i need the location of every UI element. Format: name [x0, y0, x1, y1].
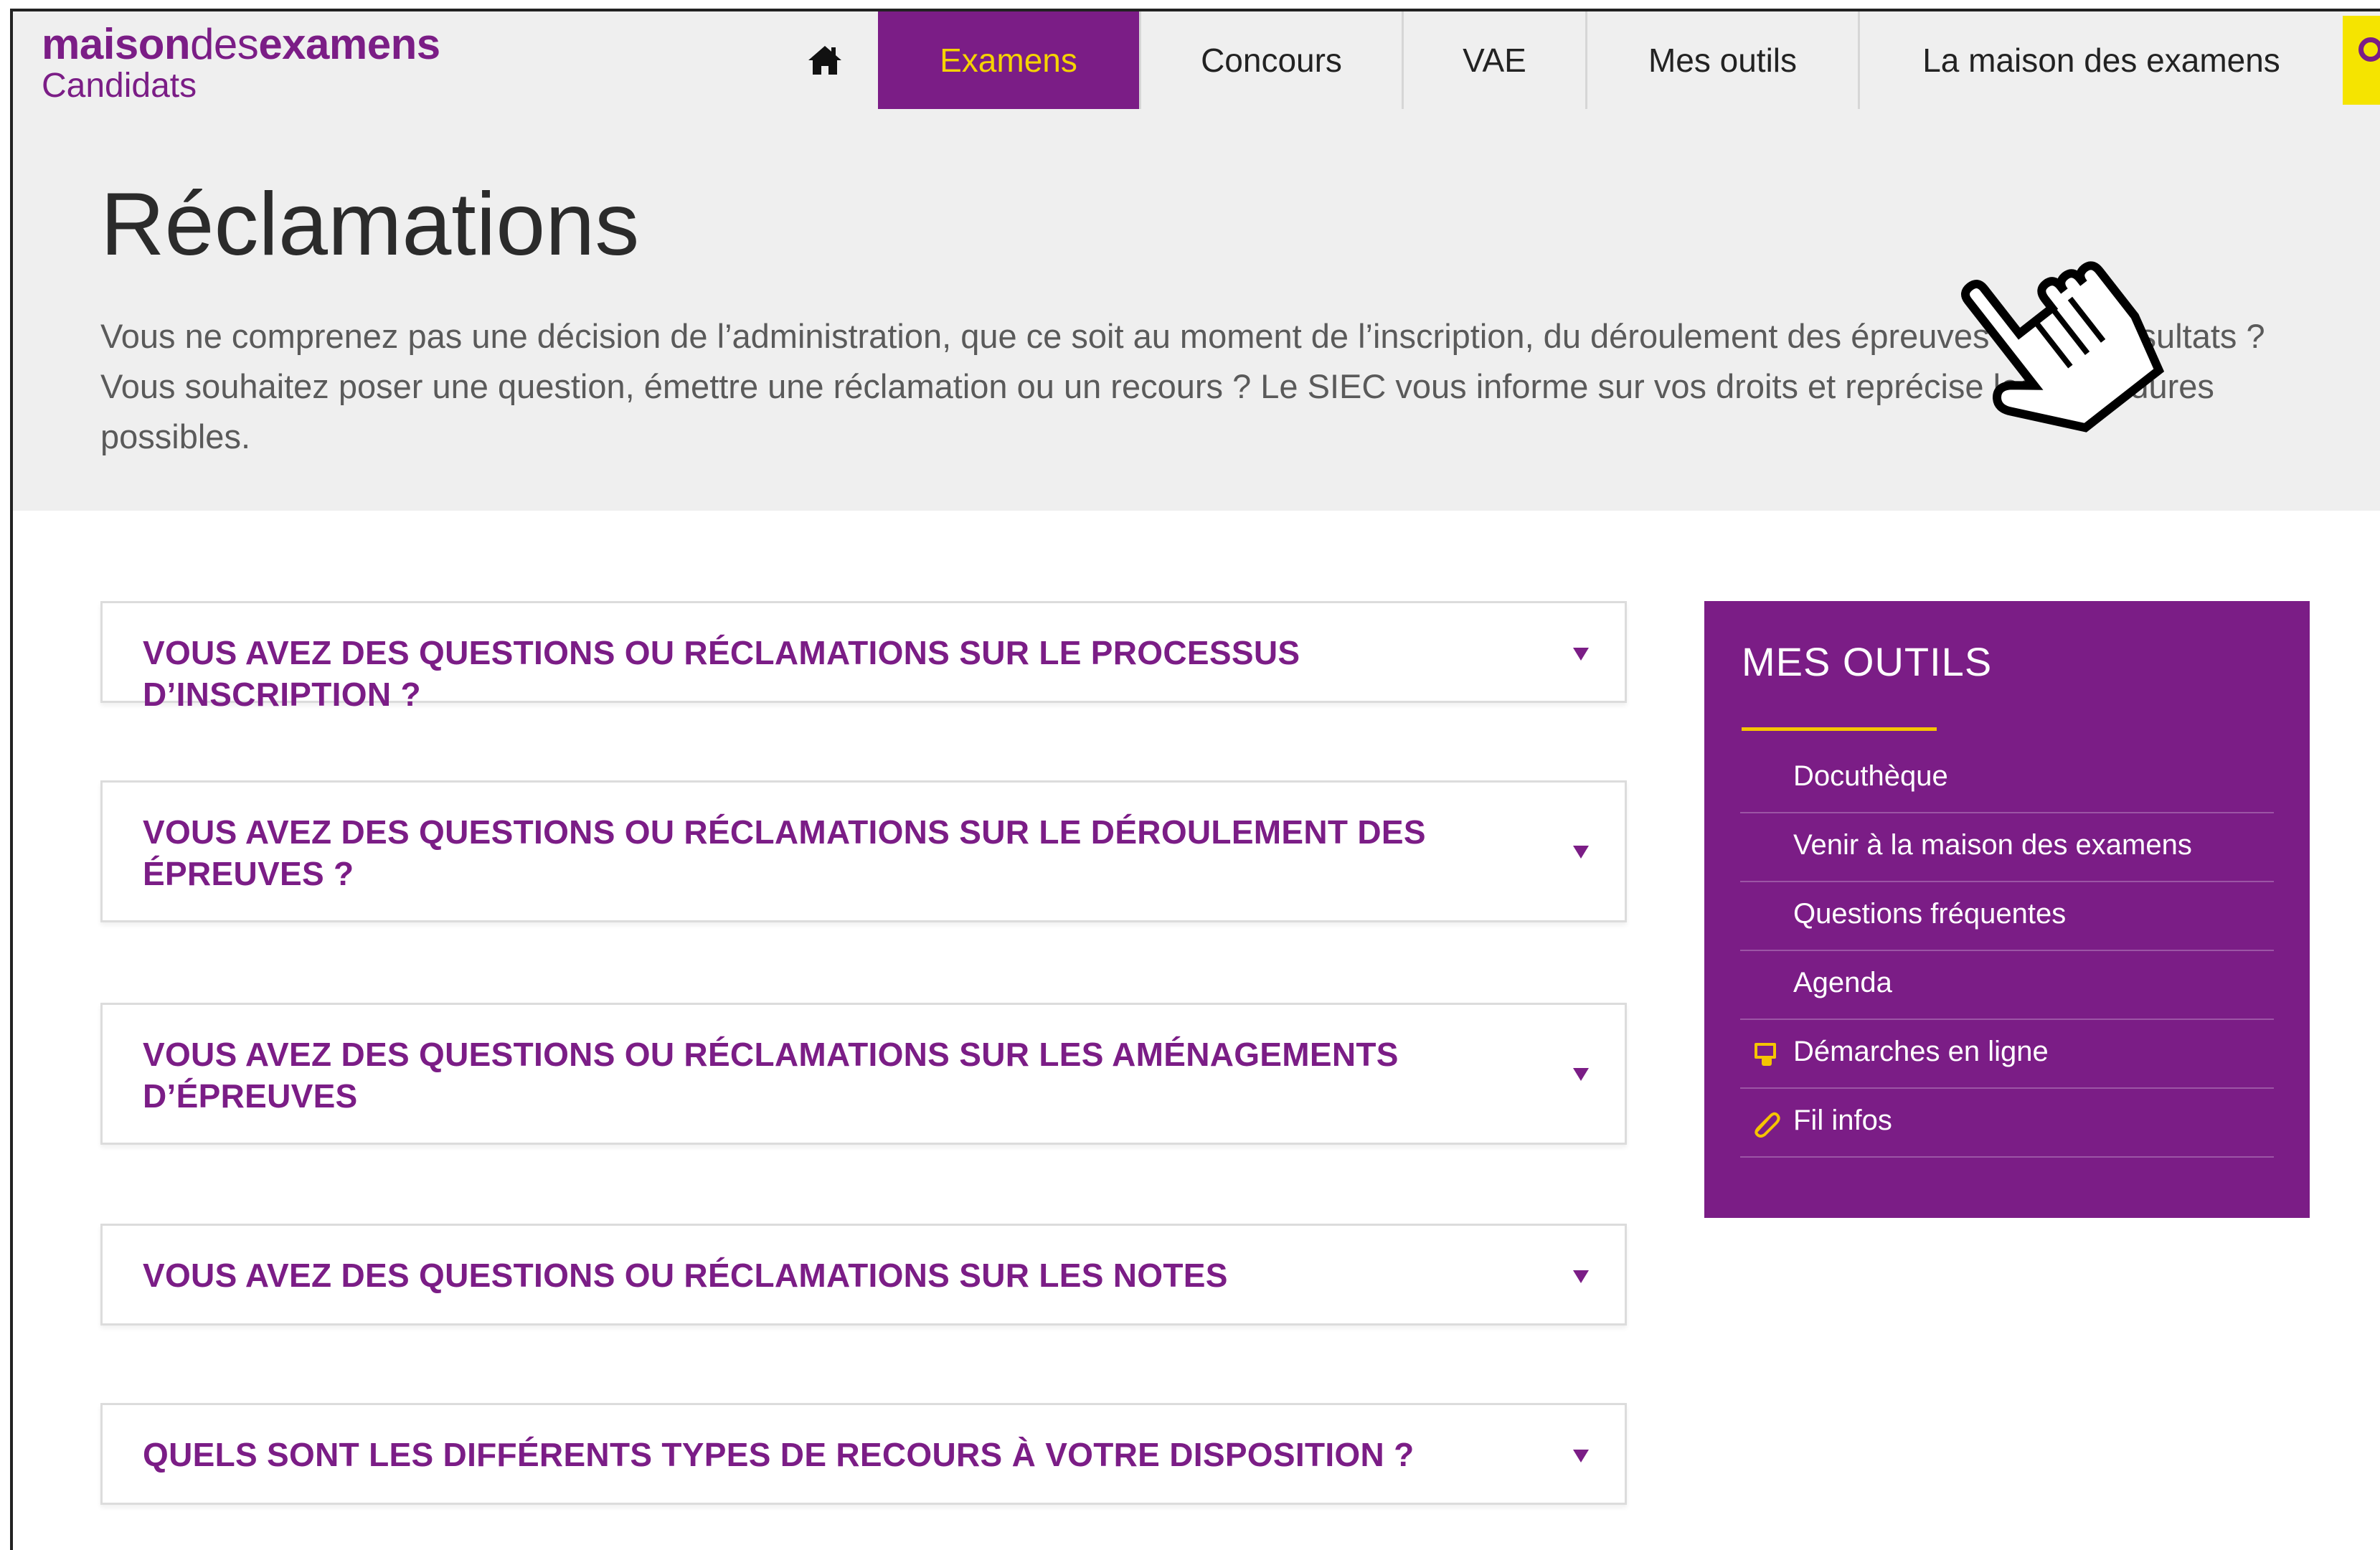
- nav-vae[interactable]: VAE: [1402, 11, 1585, 109]
- tool-link-docutheque[interactable]: Docuthèque: [1740, 745, 2274, 813]
- tool-link-label: Venir à la maison des examens: [1793, 829, 2192, 861]
- hand-pointer-cursor-icon: [1961, 261, 2165, 433]
- chevron-down-icon: [1573, 846, 1589, 859]
- search-icon: [2358, 37, 2380, 62]
- tool-link-label: Démarches en ligne: [1793, 1036, 2049, 1067]
- accordion-notes[interactable]: VOUS AVEZ DES QUESTIONS OU RÉCLAMATIONS …: [100, 1224, 1627, 1325]
- chevron-down-icon: [1573, 1450, 1589, 1462]
- tool-link-fil-infos[interactable]: Fil infos: [1740, 1089, 2274, 1158]
- page-title: Réclamations: [100, 175, 640, 274]
- tool-link-agenda[interactable]: Agenda: [1740, 951, 2274, 1020]
- site-header: maisondesexamens Candidats Examens Conco…: [13, 11, 2380, 109]
- tool-link-label: Fil infos: [1793, 1105, 1892, 1136]
- accordion-title: VOUS AVEZ DES QUESTIONS OU RÉCLAMATIONS …: [143, 1257, 1228, 1294]
- tool-link-label: Agenda: [1793, 967, 1892, 998]
- chevron-down-icon: [1573, 1068, 1589, 1081]
- chevron-down-icon: [1573, 648, 1589, 661]
- tool-link-demarches[interactable]: Démarches en ligne: [1740, 1020, 2274, 1089]
- tools-list: Docuthèque Venir à la maison des examens…: [1740, 745, 2274, 1158]
- accordion-title: VOUS AVEZ DES QUESTIONS OU RÉCLAMATIONS …: [143, 813, 1426, 892]
- accordion-title: VOUS AVEZ DES QUESTIONS OU RÉCLAMATIONS …: [143, 1036, 1399, 1115]
- accordion-title: QUELS SONT LES DIFFÉRENTS TYPES DE RECOU…: [143, 1436, 1415, 1473]
- chevron-down-icon: [1573, 1270, 1589, 1283]
- mes-outils-panel: MES OUTILS Docuthèque Venir à la maison …: [1704, 601, 2310, 1218]
- accordion-recours[interactable]: QUELS SONT LES DIFFÉRENTS TYPES DE RECOU…: [100, 1403, 1627, 1505]
- accordion-amenagements[interactable]: VOUS AVEZ DES QUESTIONS OU RÉCLAMATIONS …: [100, 1003, 1627, 1145]
- nav-examens[interactable]: Examens: [878, 11, 1139, 109]
- browser-viewport: maisondesexamens Candidats Examens Conco…: [10, 9, 2380, 1550]
- tool-link-venir[interactable]: Venir à la maison des examens: [1740, 813, 2274, 882]
- nav-la-maison-des-examens[interactable]: La maison des examens: [1858, 11, 2343, 109]
- search-button[interactable]: [2343, 16, 2380, 105]
- heading-underline: [1742, 727, 1937, 731]
- accordion-title: VOUS AVEZ DES QUESTIONS OU RÉCLAMATIONS …: [143, 634, 1300, 713]
- mes-outils-heading: MES OUTILS: [1742, 639, 1993, 684]
- monitor-hand-icon: [1755, 1043, 1776, 1066]
- tool-link-label: Questions fréquentes: [1793, 898, 2067, 930]
- site-logo[interactable]: maisondesexamens Candidats: [42, 22, 440, 105]
- home-icon[interactable]: [807, 44, 843, 76]
- main-nav: Examens Concours VAE Mes outils La maiso…: [878, 11, 2343, 109]
- accordion-inscription[interactable]: VOUS AVEZ DES QUESTIONS OU RÉCLAMATIONS …: [100, 601, 1627, 713]
- tool-link-questions[interactable]: Questions fréquentes: [1740, 882, 2274, 951]
- logo-subtitle: Candidats: [42, 67, 197, 105]
- nav-mes-outils[interactable]: Mes outils: [1585, 11, 1858, 109]
- nav-concours[interactable]: Concours: [1139, 11, 1402, 109]
- paperclip-icon: [1755, 1112, 1780, 1138]
- accordion-deroulement[interactable]: VOUS AVEZ DES QUESTIONS OU RÉCLAMATIONS …: [100, 780, 1627, 922]
- tool-link-label: Docuthèque: [1793, 760, 1948, 792]
- logo-wordmark: maisondesexamens: [42, 20, 440, 68]
